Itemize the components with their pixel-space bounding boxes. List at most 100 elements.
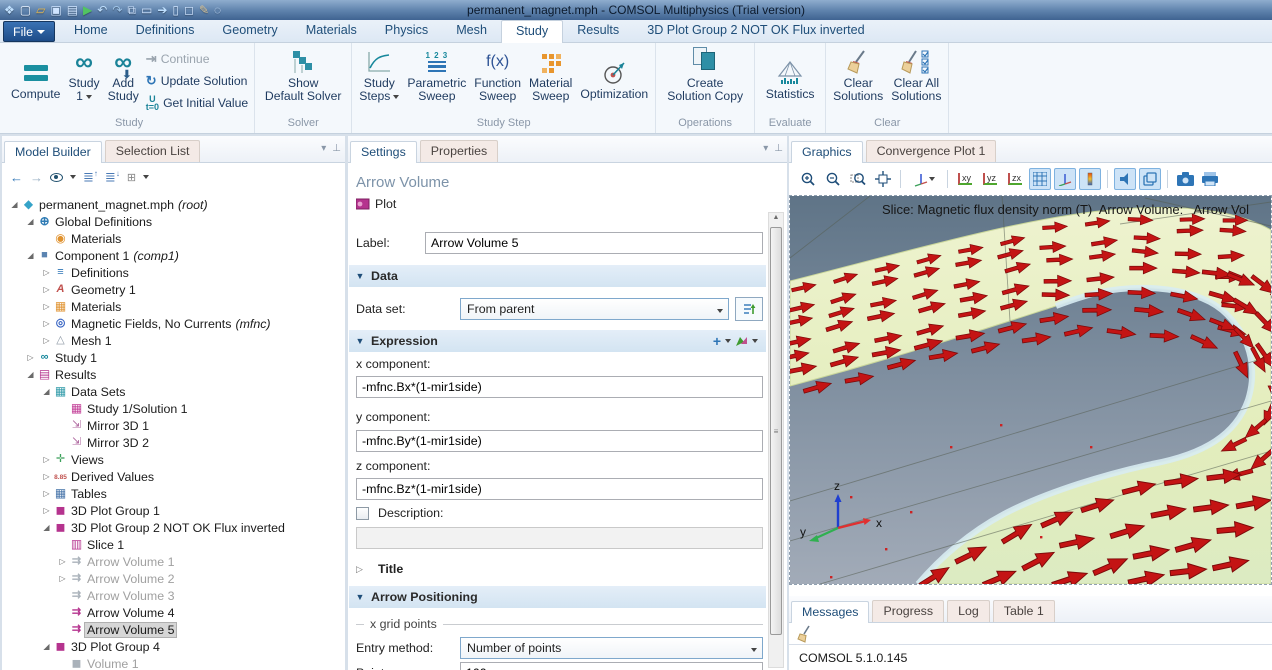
tree-item-3d-plot-group-2-not-ok-flux-inverted[interactable]: ◢3D Plot Group 2 NOT OK Flux inverted <box>2 519 345 536</box>
tree-item-3d-plot-group-1[interactable]: ▷3D Plot Group 1 <box>2 502 345 519</box>
ribbon-tab-materials[interactable]: Materials <box>292 20 371 43</box>
axis-orientation-toggle-button[interactable] <box>1054 168 1076 190</box>
redo-icon[interactable]: ↷ <box>112 4 122 16</box>
tree-expander-icon[interactable]: ▷ <box>40 302 53 311</box>
find-icon[interactable]: ◌ <box>214 4 221 16</box>
description-checkbox[interactable] <box>356 507 369 520</box>
tree-item-study-1[interactable]: ▷Study 1 <box>2 349 345 366</box>
get-initial-value-button[interactable]: Ut=0Get Initial Value <box>144 93 250 113</box>
data-set-select[interactable]: From parent <box>460 298 729 320</box>
ribbon-tab-study[interactable]: Study <box>501 20 563 43</box>
settings-scrollbar[interactable]: ▲ ≡ <box>768 212 784 668</box>
tree-expander-icon[interactable]: ▷ <box>24 353 37 362</box>
tab-log[interactable]: Log <box>947 600 990 622</box>
tree-expander-icon[interactable]: ◢ <box>24 370 37 379</box>
chevron-down-icon[interactable] <box>725 339 731 343</box>
y-component-input[interactable] <box>356 430 763 452</box>
tab-table-1[interactable]: Table 1 <box>993 600 1055 622</box>
color-legend-toggle-button[interactable] <box>1079 168 1101 190</box>
ribbon-tab-mesh[interactable]: Mesh <box>442 20 501 43</box>
material-sweep-button[interactable]: Material Sweep <box>526 45 575 113</box>
arrow-positioning-section-header[interactable]: ▼ Arrow Positioning <box>349 586 766 608</box>
zoom-in-button[interactable] <box>797 168 819 190</box>
view-xy-button[interactable]: xy <box>954 168 976 190</box>
description-input[interactable] <box>356 527 763 549</box>
save-as-icon[interactable]: ▤ <box>67 4 78 16</box>
grid-toggle-button[interactable] <box>1029 168 1051 190</box>
study-1-button[interactable]: ∞ Study 1 <box>65 45 102 113</box>
tree-expander-icon[interactable]: ◢ <box>40 642 53 651</box>
forward-icon[interactable]: ➔ <box>157 4 167 16</box>
tree-expander-icon[interactable]: ▷ <box>40 455 53 464</box>
zoom-extents-button[interactable] <box>872 168 894 190</box>
ribbon-tab-physics[interactable]: Physics <box>371 20 442 43</box>
tree-item-arrow-volume-3[interactable]: Arrow Volume 3 <box>2 587 345 604</box>
tree-expander-icon[interactable]: ◢ <box>40 387 53 396</box>
tab-progress[interactable]: Progress <box>872 600 944 622</box>
tree-item-results[interactable]: ◢Results <box>2 366 345 383</box>
tree-item-tables[interactable]: ▷Tables <box>2 485 345 502</box>
back-icon[interactable]: ← <box>10 170 23 185</box>
tab-model-builder[interactable]: Model Builder <box>4 141 102 163</box>
tree-item-arrow-volume-2[interactable]: ▷Arrow Volume 2 <box>2 570 345 587</box>
ribbon-tab-results[interactable]: Results <box>563 20 633 43</box>
tree-item-study-1-solution-1[interactable]: Study 1/Solution 1 <box>2 400 345 417</box>
tree-expander-icon[interactable]: ▷ <box>40 268 53 277</box>
tree-item-data-sets[interactable]: ◢Data Sets <box>2 383 345 400</box>
tab-graphics[interactable]: Graphics <box>791 141 863 163</box>
tree-expander-icon[interactable]: ▷ <box>40 506 53 515</box>
select-icon[interactable]: ◻ <box>184 4 194 16</box>
function-sweep-button[interactable]: f(x) Function Sweep <box>471 45 524 113</box>
tab-selection-list[interactable]: Selection List <box>105 140 201 162</box>
label-input[interactable] <box>425 232 763 254</box>
optimization-button[interactable]: Optimization <box>577 45 651 113</box>
parametric-sweep-button[interactable]: 1 2 3 Parametric Sweep <box>404 45 469 113</box>
tab-properties[interactable]: Properties <box>420 140 498 162</box>
expand-all-icon[interactable]: ≣↓ <box>105 169 120 185</box>
app-icon[interactable]: ❖ <box>4 4 15 16</box>
x-component-input[interactable] <box>356 376 763 398</box>
tree-expander-icon[interactable]: ◢ <box>24 251 37 260</box>
open-icon[interactable]: ▱ <box>36 4 45 16</box>
plot-button[interactable]: Plot <box>356 197 763 211</box>
show-options-icon[interactable] <box>50 170 63 185</box>
tree-item-global-definitions[interactable]: ◢Global Definitions <box>2 213 345 230</box>
tree-item-permanent-magnet-mph[interactable]: ◢permanent_magnet.mph(root) <box>2 196 345 213</box>
tree-item-arrow-volume-1[interactable]: ▷Arrow Volume 1 <box>2 553 345 570</box>
tree-item-mirror-3d-1[interactable]: Mirror 3D 1 <box>2 417 345 434</box>
tab-convergence-plot-1[interactable]: Convergence Plot 1 <box>866 140 997 162</box>
clear-all-solutions-button[interactable]: Clear All Solutions <box>888 45 944 113</box>
tree-item-arrow-volume-4[interactable]: Arrow Volume 4 <box>2 604 345 621</box>
run-icon[interactable]: ▶ <box>83 4 92 16</box>
tree-expander-icon[interactable]: ▷ <box>40 489 53 498</box>
entry-method-select[interactable]: Number of points <box>460 637 763 659</box>
delete-icon[interactable]: ▯ <box>172 4 179 16</box>
tree-item-slice-1[interactable]: Slice 1 <box>2 536 345 553</box>
tree-expander-icon[interactable]: ▷ <box>40 472 53 481</box>
show-default-solver-button[interactable]: Show Default Solver <box>259 45 347 113</box>
tree-item-geometry-1[interactable]: ▷Geometry 1 <box>2 281 345 298</box>
scene-settings-button[interactable] <box>1139 168 1161 190</box>
go-to-default-view-button[interactable] <box>907 168 941 190</box>
tree-item-derived-values[interactable]: ▷Derived Values <box>2 468 345 485</box>
tree-item-3d-plot-group-4[interactable]: ◢3D Plot Group 4 <box>2 638 345 655</box>
view-yz-button[interactable]: yz <box>979 168 1001 190</box>
new-file-icon[interactable]: ▢ <box>20 4 31 16</box>
pin-icon[interactable]: ⊥ <box>332 143 341 154</box>
tree-item-mesh-1[interactable]: ▷Mesh 1 <box>2 332 345 349</box>
brush-icon[interactable]: ✎ <box>199 4 209 16</box>
tree-item-views[interactable]: ▷Views <box>2 451 345 468</box>
add-study-button[interactable]: ∞⬇ Add Study <box>105 45 142 113</box>
tree-item-materials[interactable]: ▷Materials <box>2 298 345 315</box>
window-icon[interactable]: ▭ <box>141 4 152 16</box>
chevron-down-icon[interactable] <box>752 339 758 343</box>
chevron-down-icon[interactable] <box>143 175 149 179</box>
scroll-up-icon[interactable]: ▲ <box>769 214 783 227</box>
scrollbar-thumb[interactable]: ≡ <box>770 227 782 635</box>
pin-icon[interactable]: ⊥ <box>774 143 783 154</box>
tree-item-definitions[interactable]: ▷Definitions <box>2 264 345 281</box>
file-menu-button[interactable]: File <box>3 21 55 42</box>
continue-button[interactable]: ⇥Continue <box>144 49 250 69</box>
tree-item-component-1[interactable]: ◢Component 1(comp1) <box>2 247 345 264</box>
chevron-down-icon[interactable] <box>70 175 76 179</box>
